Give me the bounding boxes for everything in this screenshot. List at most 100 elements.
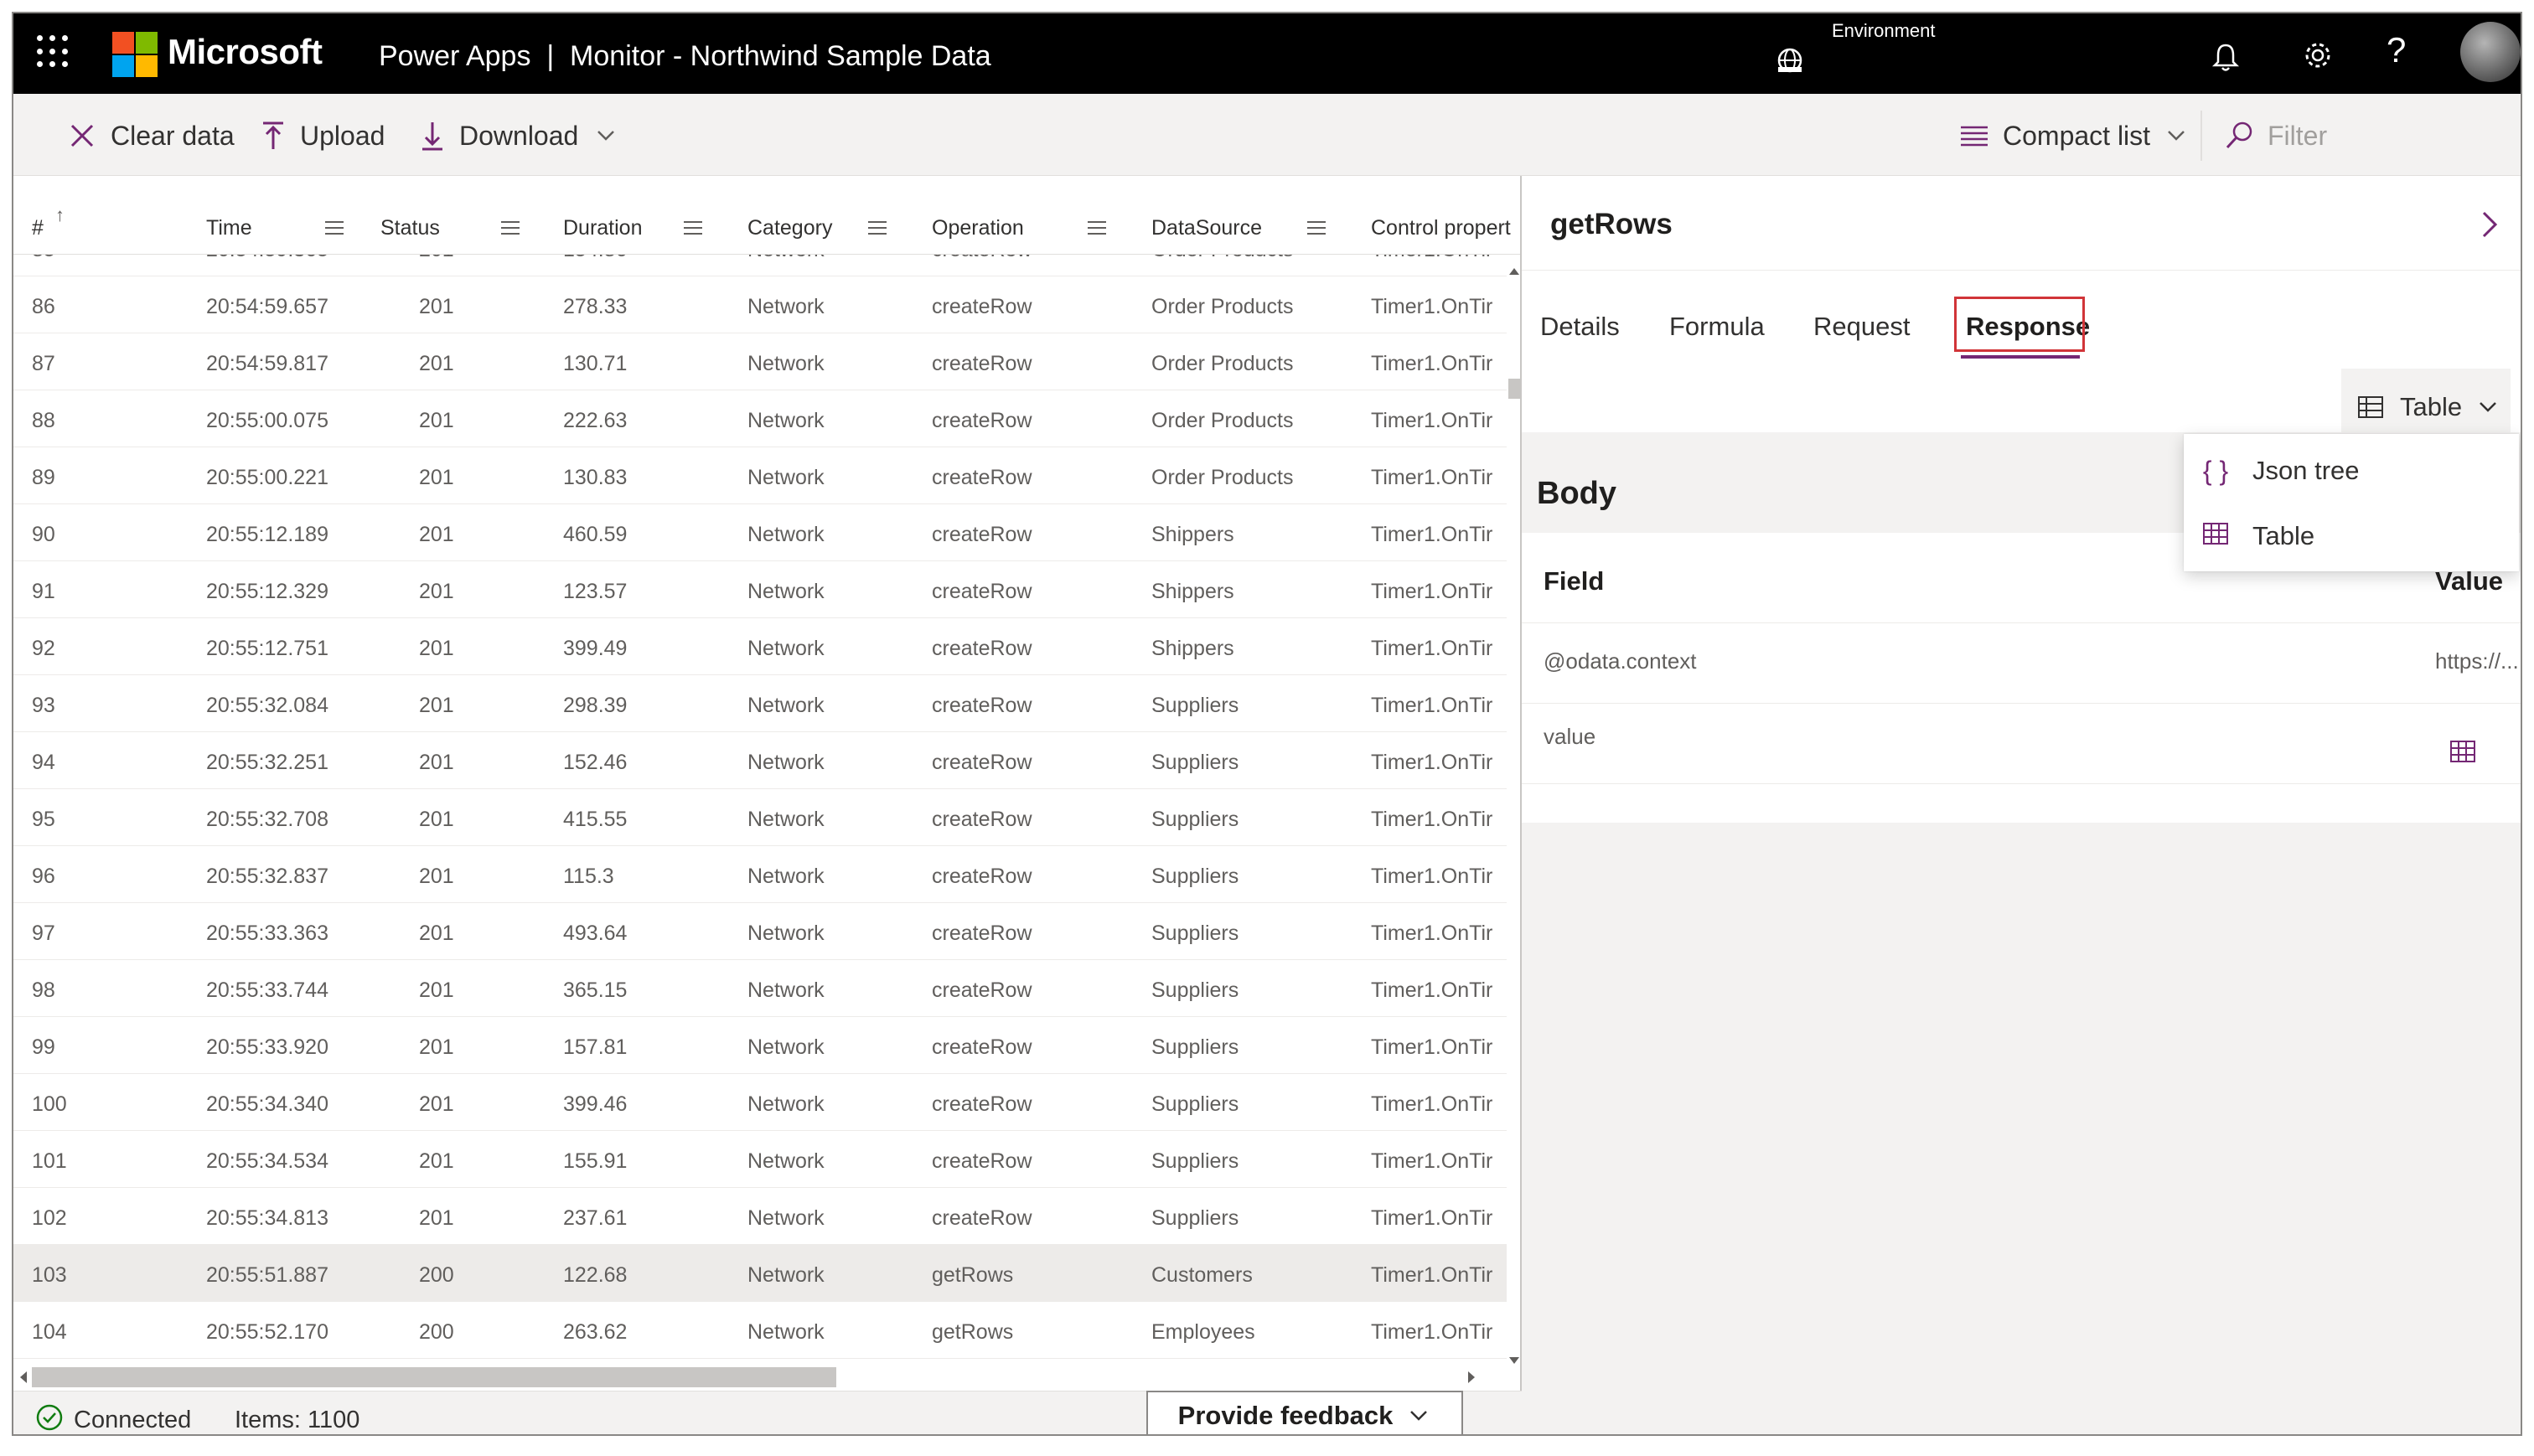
dropdown-option-table[interactable]: Table <box>2184 503 2519 570</box>
column-header-duration[interactable]: Duration <box>563 216 643 240</box>
table-row[interactable]: 94 20:55:32.251 201 152.46 Network createRow S… <box>13 732 1507 789</box>
column-header-datasource[interactable]: DataSource <box>1151 216 1262 240</box>
cell-time: 20:55:52.170 <box>206 1320 328 1344</box>
cell-status: 201 <box>419 523 454 546</box>
cell-n: 85 <box>32 255 55 262</box>
view-mode-selector[interactable]: Compact list <box>1957 117 2200 154</box>
column-header-index[interactable]: # <box>32 216 44 240</box>
grid-rows: 85 20:54:59.365 201 154.86 Network createRow O… <box>13 255 1507 1364</box>
cell-control: Timer1.OnTir <box>1371 1035 1493 1059</box>
table-row[interactable]: 100 20:55:34.340 201 399.46 Network createRow… <box>13 1074 1507 1131</box>
braces-icon: { } <box>2202 455 2229 486</box>
cell-operation: createRow <box>932 255 1032 262</box>
field-row[interactable]: @odata.context https://... <box>1522 623 2521 704</box>
scroll-up-icon[interactable] <box>1507 263 1522 280</box>
help-icon[interactable]: ? <box>2387 30 2406 70</box>
top-bar: Microsoft Power Apps | Monitor - Northwi… <box>13 13 2521 94</box>
scroll-right-icon[interactable] <box>1463 1369 1480 1386</box>
column-menu-icon[interactable] <box>1088 221 1106 235</box>
sort-ascending-icon[interactable]: ↑ <box>55 204 65 226</box>
column-header-category[interactable]: Category <box>747 216 832 240</box>
cell-category: Network <box>747 751 825 774</box>
cell-duration: 154.86 <box>563 255 627 262</box>
tab-request[interactable]: Request <box>1813 312 1910 342</box>
tab-details[interactable]: Details <box>1540 312 1620 342</box>
vertical-scrollbar[interactable] <box>1507 255 1522 1391</box>
cell-control: Timer1.OnTir <box>1371 466 1493 489</box>
column-header-operation[interactable]: Operation <box>932 216 1024 240</box>
scroll-left-icon[interactable] <box>15 1369 32 1386</box>
field-column-header: Field <box>1544 566 1605 596</box>
table-row[interactable]: 90 20:55:12.189 201 460.59 Network createRow S… <box>13 504 1507 561</box>
table-icon[interactable] <box>2449 739 2477 764</box>
clear-data-button[interactable]: Clear data <box>65 117 235 154</box>
cell-operation: createRow <box>932 466 1032 489</box>
table-row[interactable]: 99 20:55:33.920 201 157.81 Network createRow S… <box>13 1017 1507 1074</box>
cell-status: 201 <box>419 1149 454 1173</box>
column-header-control-property[interactable]: Control propert <box>1371 216 1511 240</box>
table-row[interactable]: 101 20:55:34.534 201 155.91 Network createRow… <box>13 1131 1507 1188</box>
table-row[interactable]: 102 20:55:34.813 201 237.61 Network createRow… <box>13 1188 1507 1245</box>
scrollbar-thumb[interactable] <box>1508 379 1520 399</box>
column-menu-icon[interactable] <box>868 221 887 235</box>
table-row[interactable]: 104 20:55:52.170 200 263.62 Network getRows Em… <box>13 1302 1507 1359</box>
table-row[interactable]: 89 20:55:00.221 201 130.83 Network createRow O… <box>13 447 1507 504</box>
user-avatar[interactable] <box>2460 22 2521 82</box>
cell-time: 20:55:32.837 <box>206 865 328 888</box>
cell-status: 201 <box>419 978 454 1002</box>
cell-n: 92 <box>32 637 55 660</box>
dropdown-option-json-tree[interactable]: { } Json tree <box>2184 437 2519 504</box>
table-row[interactable]: 103 20:55:51.887 200 122.68 Network getRows Cu… <box>13 1245 1507 1302</box>
cell-duration: 123.57 <box>563 580 628 603</box>
table-row[interactable]: 92 20:55:12.751 201 399.49 Network createRow S… <box>13 618 1507 675</box>
cell-operation: createRow <box>932 409 1032 432</box>
column-header-time[interactable]: Time <box>206 216 252 240</box>
response-tab-highlight <box>1954 297 2085 352</box>
app-launcher-icon[interactable] <box>37 35 70 69</box>
cell-duration: 130.83 <box>563 466 628 489</box>
cell-time: 20:55:34.340 <box>206 1092 328 1116</box>
column-menu-icon[interactable] <box>1307 221 1326 235</box>
download-button[interactable]: Download <box>417 117 630 154</box>
horizontal-scrollbar[interactable] <box>13 1364 1507 1391</box>
cell-source: Order Products <box>1151 409 1294 432</box>
upload-button[interactable]: Upload <box>258 117 385 154</box>
cell-status: 201 <box>419 694 454 717</box>
field-row[interactable]: value <box>1522 704 2521 784</box>
table-row[interactable]: 93 20:55:32.084 201 298.39 Network createRow S… <box>13 675 1507 732</box>
cell-n: 94 <box>32 751 55 774</box>
download-label: Download <box>459 120 579 151</box>
collapse-panel-chevron-right-icon[interactable] <box>2477 208 2502 241</box>
environment-icon[interactable] <box>1773 44 1807 77</box>
environment-label[interactable]: Environment <box>1832 20 1936 42</box>
settings-gear-icon[interactable] <box>2301 39 2335 72</box>
column-menu-icon[interactable] <box>684 221 702 235</box>
tab-formula[interactable]: Formula <box>1669 312 1765 342</box>
cell-operation: createRow <box>932 1149 1032 1173</box>
horizontal-scrollbar-thumb[interactable] <box>32 1367 836 1387</box>
table-row[interactable]: 98 20:55:33.744 201 365.15 Network createRow S… <box>13 960 1507 1017</box>
cell-source: Customers <box>1151 1263 1253 1287</box>
column-header-status[interactable]: Status <box>380 216 440 240</box>
chevron-down-icon <box>597 131 615 141</box>
provide-feedback-button[interactable]: Provide feedback <box>1146 1391 1463 1434</box>
cell-n: 99 <box>32 1035 55 1059</box>
scroll-down-icon[interactable] <box>1507 1352 1522 1369</box>
cell-time: 20:54:59.365 <box>206 255 328 262</box>
cell-category: Network <box>747 922 825 945</box>
column-menu-icon[interactable] <box>325 221 344 235</box>
table-row[interactable]: 97 20:55:33.363 201 493.64 Network createRow S… <box>13 903 1507 960</box>
table-row[interactable]: 96 20:55:32.837 201 115.3 Network createRow Su… <box>13 846 1507 903</box>
table-row[interactable]: 87 20:54:59.817 201 130.71 Network createRow O… <box>13 333 1507 390</box>
notifications-bell-icon[interactable] <box>2209 40 2242 74</box>
cell-source: Suppliers <box>1151 1206 1239 1230</box>
table-row[interactable]: 95 20:55:32.708 201 415.55 Network createRow S… <box>13 789 1507 846</box>
filter-input[interactable]: Filter <box>2222 117 2327 154</box>
table-row[interactable]: 85 20:54:59.365 201 154.86 Network createRow O… <box>13 255 1507 276</box>
table-row[interactable]: 86 20:54:59.657 201 278.33 Network createRow O… <box>13 276 1507 333</box>
column-menu-icon[interactable] <box>501 221 520 235</box>
cell-time: 20:55:33.744 <box>206 978 328 1002</box>
table-row[interactable]: 88 20:55:00.075 201 222.63 Network createRow O… <box>13 390 1507 447</box>
clear-data-label: Clear data <box>111 120 235 151</box>
table-row[interactable]: 91 20:55:12.329 201 123.57 Network createRow S… <box>13 561 1507 618</box>
